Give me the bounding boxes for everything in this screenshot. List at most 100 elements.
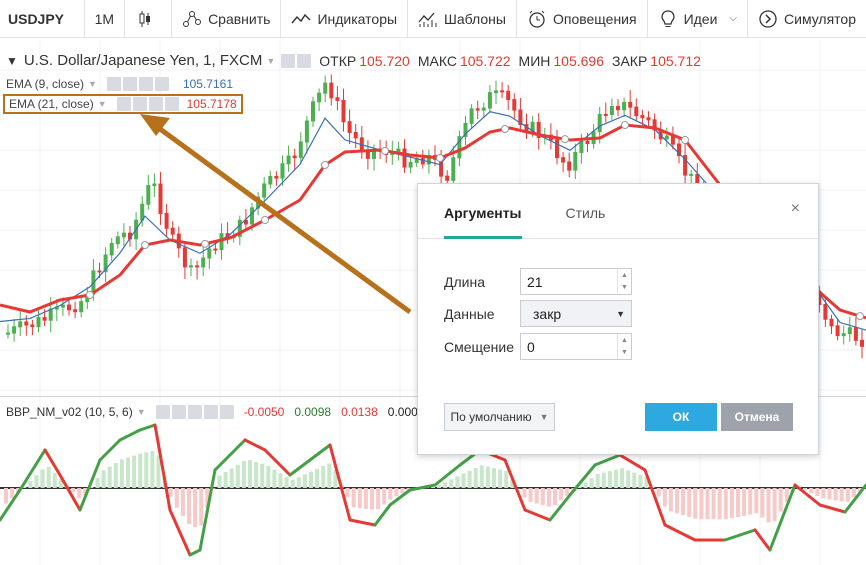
visibility-icon[interactable] — [281, 53, 296, 68]
indicators-button[interactable]: Индикаторы — [281, 0, 409, 38]
settings-icon[interactable] — [297, 53, 312, 68]
gear-icon[interactable] — [122, 77, 137, 91]
caret-down-icon[interactable]: ▼ — [137, 407, 146, 417]
indicators-label: Индикаторы — [317, 10, 398, 27]
plus-icon[interactable] — [138, 77, 153, 91]
symbol-search[interactable]: USDJPY — [0, 0, 85, 38]
close-icon[interactable]: × — [791, 200, 800, 218]
alert-clock-icon — [527, 9, 547, 29]
length-input[interactable] — [521, 269, 617, 294]
templates-button[interactable]: Шаблоны — [408, 0, 517, 38]
close-label: ЗАКР — [612, 52, 648, 69]
bbp-value-1: -0.0050 — [243, 405, 285, 419]
close-value: 105.712 — [650, 52, 701, 69]
compare-button[interactable]: Сравнить — [172, 0, 282, 38]
oscillator-histogram — [4, 451, 866, 528]
bbp-actions[interactable] — [155, 405, 234, 419]
ok-button[interactable]: ОК — [645, 403, 717, 431]
bbp-name: BBP_NM_v02 (10, 5, 6) — [6, 405, 133, 419]
indicator-settings-dialog: Аргументы Стиль × Длина ▲▼ Данные закр ▼… — [417, 183, 819, 455]
low-value: 105.696 — [553, 52, 604, 69]
templates-label: Шаблоны — [444, 10, 506, 27]
collapse-legend-icon[interactable]: ▼ — [6, 54, 18, 68]
offset-row: Смещение ▲▼ — [444, 333, 632, 360]
replay-icon — [758, 9, 778, 29]
templates-icon — [418, 9, 438, 29]
code-icon[interactable] — [187, 405, 202, 419]
source-row: Данные закр ▼ — [444, 300, 632, 327]
length-label: Длина — [444, 273, 485, 290]
close-icon[interactable] — [219, 405, 234, 419]
gear-icon[interactable] — [132, 97, 147, 111]
top-toolbar: USDJPY 1M Сравнить Индикаторы Шаблоны Оп… — [0, 0, 866, 38]
ema21-actions[interactable] — [116, 97, 179, 111]
offset-label: Смещение — [444, 338, 515, 355]
gear-icon[interactable] — [171, 405, 186, 419]
decrement-icon[interactable]: ▼ — [618, 282, 631, 295]
close-icon[interactable] — [164, 97, 179, 111]
high-value: 105.722 — [459, 52, 511, 69]
defaults-dropdown[interactable]: По умолчанию ▼ — [444, 403, 555, 431]
ema9-name: EMA (9, close) — [6, 77, 85, 91]
chart-type-button[interactable] — [125, 0, 173, 38]
increment-icon[interactable]: ▲ — [618, 334, 631, 347]
simulator-label: Симулятор — [784, 10, 856, 27]
chevron-down-icon: ⌵ — [729, 13, 738, 24]
caret-down-icon[interactable]: ▼ — [88, 79, 97, 89]
length-stepper[interactable]: ▲▼ — [520, 268, 632, 295]
symbol-title: U.S. Dollar/Japanese Yen, 1, FXCM — [23, 52, 263, 69]
decrement-icon[interactable]: ▼ — [618, 347, 631, 360]
ideas-label: Идеи — [683, 10, 718, 27]
compare-label: Сравнить — [208, 10, 271, 27]
tab-style[interactable]: Стиль — [566, 184, 606, 239]
interval-button[interactable]: 1M — [85, 0, 126, 38]
eye-icon[interactable] — [155, 405, 170, 419]
low-label: МИН — [518, 52, 551, 69]
source-label: Данные — [444, 305, 495, 322]
defaults-label: По умолчанию — [450, 410, 532, 424]
eye-icon[interactable] — [106, 77, 121, 91]
dialog-tabs: Аргументы Стиль — [418, 184, 818, 239]
ema9-value: 105.7161 — [182, 77, 234, 91]
bbp-value-2: 0.0098 — [294, 405, 332, 419]
ema9-legend[interactable]: EMA (9, close) ▼ 105.7161 — [6, 77, 233, 91]
ideas-button[interactable]: Идеи ⌵ — [648, 0, 749, 38]
compare-icon — [182, 9, 202, 29]
close-icon[interactable] — [154, 77, 169, 91]
indicators-icon — [291, 9, 311, 29]
length-row: Длина ▲▼ — [444, 268, 632, 295]
open-value: 105.720 — [359, 52, 410, 69]
annotation-arrow — [140, 114, 412, 315]
alerts-button[interactable]: Оповещения — [517, 0, 648, 38]
eye-icon[interactable] — [116, 97, 131, 111]
plus-icon[interactable] — [148, 97, 163, 111]
simulator-button[interactable]: Симулятор — [748, 0, 866, 38]
ema21-legend[interactable]: EMA (21, close) ▼ 105.7178 — [3, 94, 243, 114]
title-caret-icon[interactable]: ▼ — [266, 56, 275, 66]
offset-stepper[interactable]: ▲▼ — [520, 333, 632, 360]
plus-icon[interactable] — [203, 405, 218, 419]
chevron-down-icon: ▼ — [539, 412, 549, 422]
legend-actions[interactable] — [281, 53, 312, 68]
source-select[interactable]: закр ▼ — [520, 300, 632, 327]
cancel-button[interactable]: Отмена — [721, 403, 793, 431]
main-legend: ▼ U.S. Dollar/Japanese Yen, 1, FXCM ▼ ОТ… — [6, 52, 701, 69]
alerts-label: Оповещения — [552, 10, 637, 27]
ema21-name: EMA (21, close) — [9, 97, 94, 111]
ema21-value: 105.7178 — [186, 97, 237, 111]
high-label: МАКС — [417, 52, 457, 69]
open-label: ОТКР — [319, 52, 357, 69]
dropdown-caret-icon: ▼ — [616, 308, 625, 319]
bbp-legend[interactable]: BBP_NM_v02 (10, 5, 6) ▼ -0.0050 0.0098 0… — [6, 405, 424, 419]
tab-arguments[interactable]: Аргументы — [444, 184, 522, 239]
symbol-label: USDJPY — [8, 10, 65, 27]
interval-label: 1M — [94, 10, 115, 27]
ema9-actions[interactable] — [106, 77, 169, 91]
bbp-value-3: 0.0138 — [341, 405, 378, 419]
increment-icon[interactable]: ▲ — [618, 269, 631, 282]
caret-down-icon[interactable]: ▼ — [98, 99, 107, 109]
candles-icon — [135, 9, 155, 29]
source-value: закр — [533, 305, 562, 322]
offset-input[interactable] — [521, 334, 617, 359]
lightbulb-icon — [658, 9, 678, 29]
